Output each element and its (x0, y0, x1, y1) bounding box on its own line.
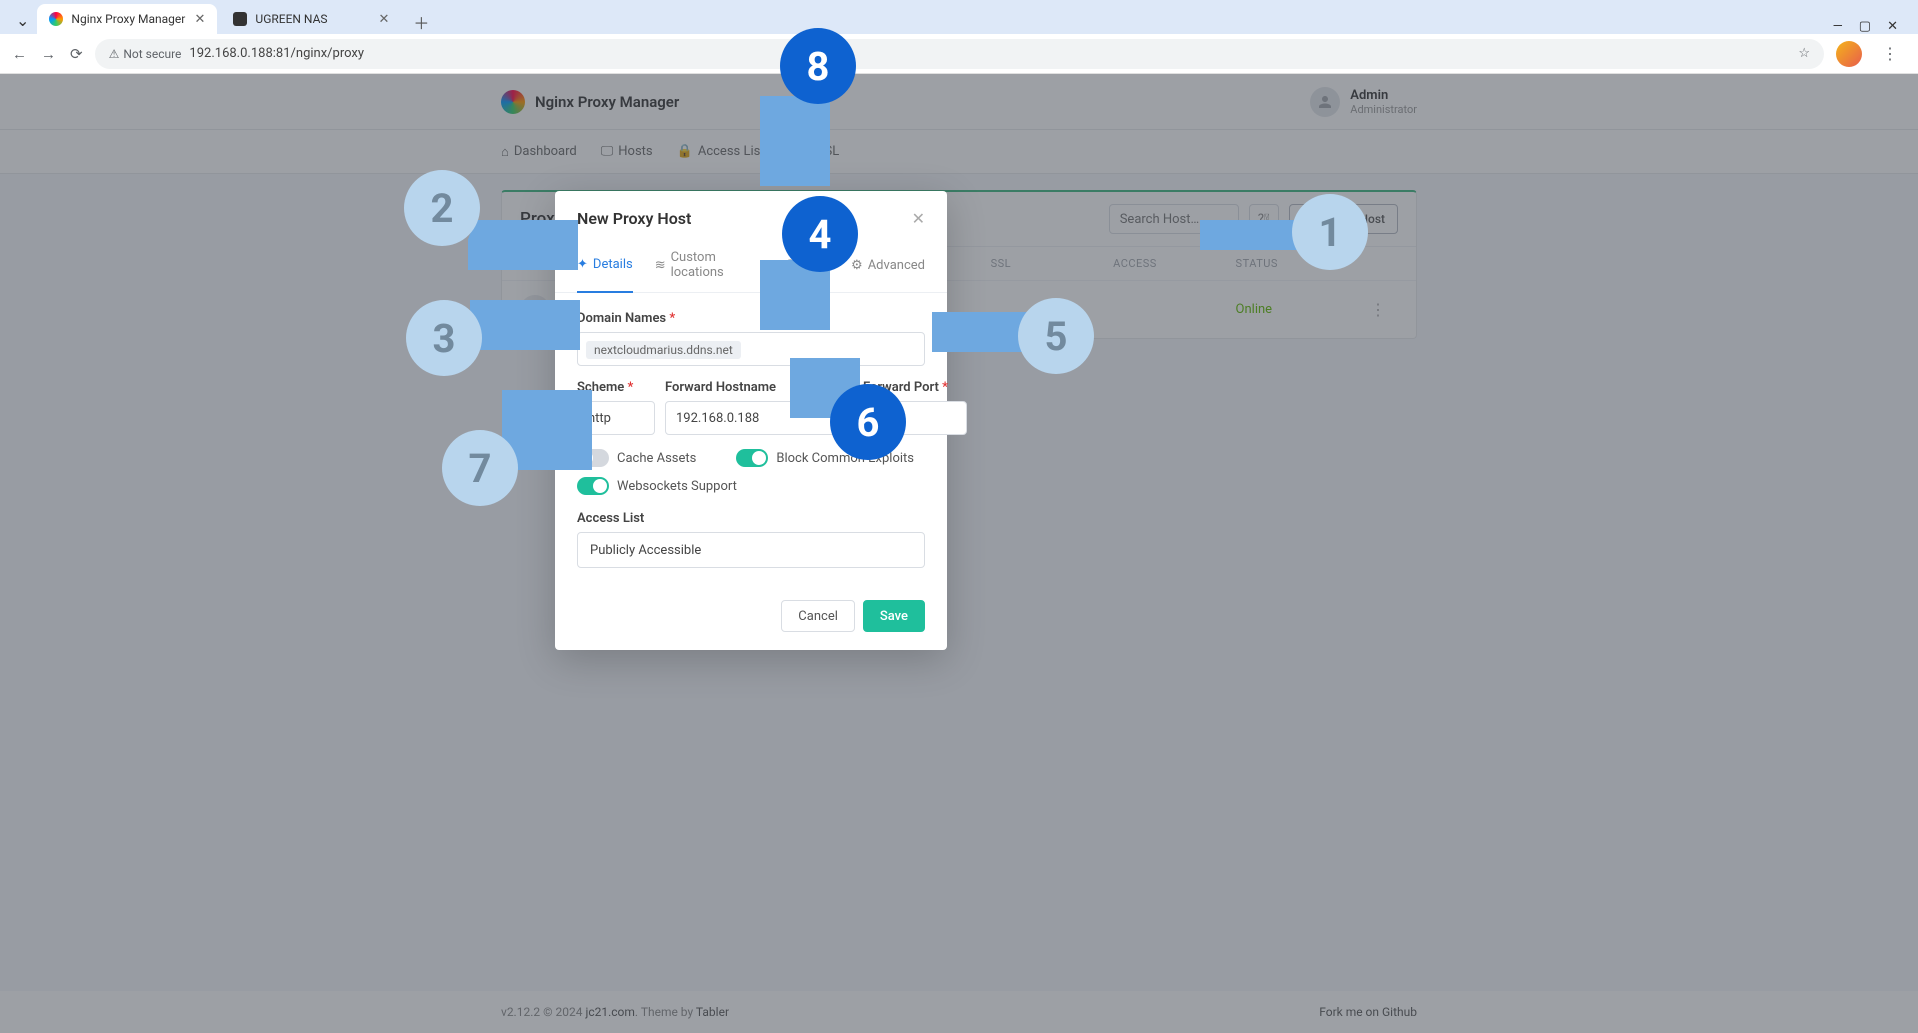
tab-favicon (233, 12, 247, 26)
annotation-marker-5: 5 (1018, 298, 1094, 374)
annotation-marker-2: 2 (404, 170, 480, 246)
tab-favicon (49, 12, 63, 26)
chevron-down-icon[interactable]: ⌄ (8, 11, 37, 34)
annotation-arrow-3 (470, 300, 580, 350)
annotation-marker-1: 1 (1292, 194, 1368, 270)
cancel-button[interactable]: Cancel (781, 600, 855, 632)
close-icon[interactable]: ✕ (195, 12, 206, 27)
not-secure-label: Not secure (123, 47, 181, 61)
close-window-icon[interactable]: ✕ (1887, 19, 1898, 34)
annotation-marker-4: 4 (782, 196, 858, 272)
access-list-label: Access List (577, 511, 925, 526)
url-text: 192.168.0.188:81/nginx/proxy (189, 46, 364, 61)
tab-title: Nginx Proxy Manager (71, 12, 185, 26)
address-bar[interactable]: ⚠ Not secure 192.168.0.188:81/nginx/prox… (95, 39, 1824, 69)
annotation-marker-6: 6 (830, 384, 906, 460)
annotation-marker-7: 7 (442, 430, 518, 506)
browser-tab-active[interactable]: Nginx Proxy Manager ✕ (37, 4, 217, 34)
browser-tab-inactive[interactable]: UGREEN NAS ✕ (221, 4, 401, 34)
annotation-arrow-5 (932, 312, 1032, 352)
annotation-arrow-2 (468, 220, 578, 270)
browser-toolbar: ← → ⟳ ⚠ Not secure 192.168.0.188:81/ngin… (0, 34, 1918, 74)
domain-names-label: Domain Names * (577, 311, 925, 326)
not-secure-badge: ⚠ Not secure (109, 47, 182, 61)
websockets-toggle[interactable] (577, 477, 609, 495)
window-controls: — ▢ ✕ (1821, 19, 1910, 34)
access-list-select[interactable]: Publicly Accessible (577, 532, 925, 568)
tab-title: UGREEN NAS (255, 12, 327, 26)
layers-icon: ≋ (655, 258, 666, 273)
gear-icon: ⚙ (851, 258, 863, 273)
tab-advanced[interactable]: ⚙ Advanced (851, 242, 925, 292)
back-icon[interactable]: ← (12, 45, 27, 63)
annotation-marker-8: 8 (780, 28, 856, 104)
browser-tab-strip: ⌄ Nginx Proxy Manager ✕ UGREEN NAS ✕ ＋ —… (0, 0, 1918, 34)
warning-icon: ⚠ (109, 47, 120, 61)
bookmark-icon[interactable]: ☆ (1798, 46, 1810, 61)
maximize-icon[interactable]: ▢ (1859, 19, 1871, 34)
modal-overlay[interactable] (0, 74, 1918, 1033)
domain-names-input[interactable]: nextcloudmarius.ddns.net (577, 332, 925, 366)
new-tab-button[interactable]: ＋ (405, 10, 437, 34)
tab-label: Custom locations (671, 250, 763, 280)
block-exploits-toggle[interactable] (736, 449, 768, 467)
access-list-value: Publicly Accessible (590, 543, 701, 558)
forward-icon[interactable]: → (41, 45, 56, 63)
tab-label: Details (593, 257, 633, 272)
save-button[interactable]: Save (863, 600, 925, 632)
tab-details[interactable]: ✦ Details (577, 242, 633, 293)
cache-assets-label: Cache Assets (617, 451, 696, 466)
close-modal-button[interactable]: ✕ (912, 209, 925, 228)
more-icon[interactable]: ⋮ (1874, 44, 1906, 63)
annotation-arrow-8 (760, 96, 830, 186)
profile-avatar[interactable] (1836, 41, 1862, 67)
reload-icon[interactable]: ⟳ (70, 45, 83, 63)
annotation-arrow-1 (1200, 220, 1300, 250)
close-icon[interactable]: ✕ (379, 12, 390, 27)
minimize-icon[interactable]: — (1833, 19, 1843, 34)
modal-title: New Proxy Host (577, 209, 691, 228)
annotation-marker-3: 3 (406, 300, 482, 376)
tab-custom-locations[interactable]: ≋ Custom locations (655, 242, 763, 292)
domain-tag[interactable]: nextcloudmarius.ddns.net (586, 341, 741, 359)
websockets-label: Websockets Support (617, 479, 737, 494)
sliders-icon: ✦ (577, 257, 588, 272)
tab-label: Advanced (868, 258, 925, 273)
